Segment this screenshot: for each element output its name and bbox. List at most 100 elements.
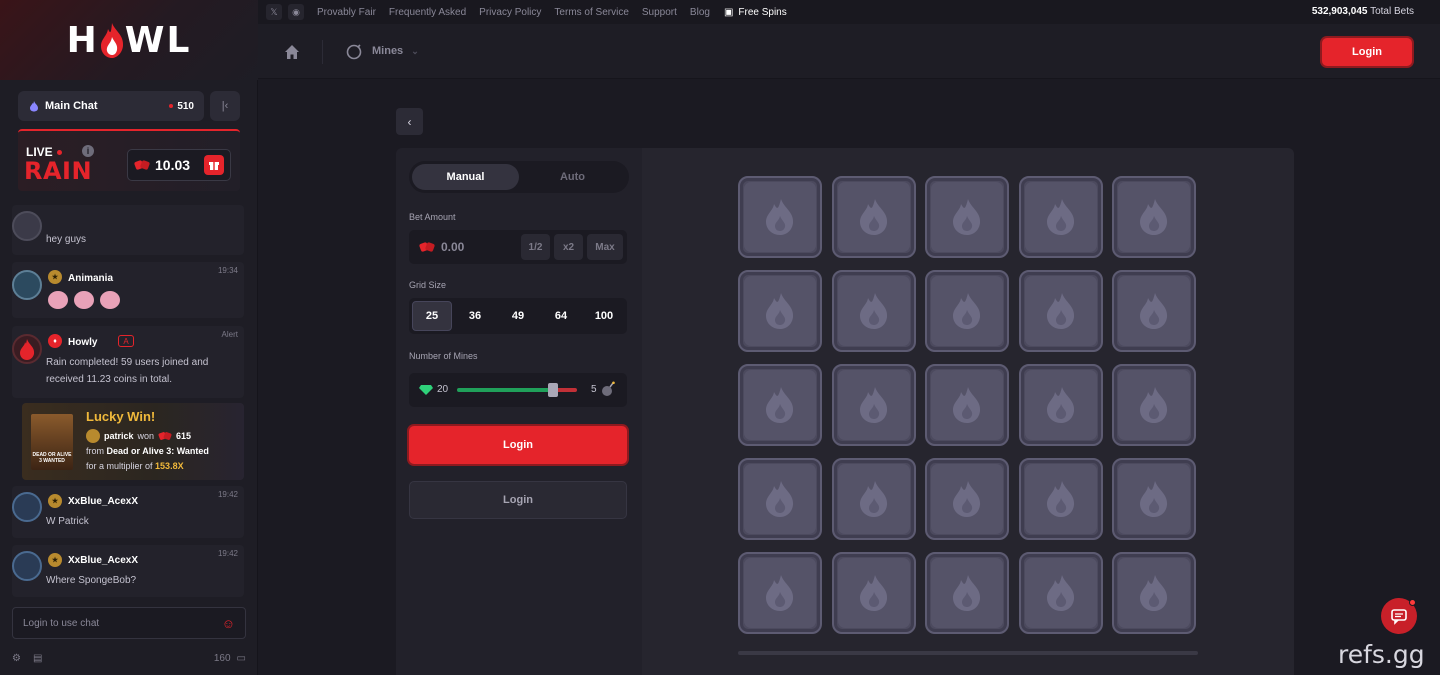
mine-tile[interactable] <box>738 176 822 258</box>
rain-title: RAIN <box>24 157 93 185</box>
lucky-win-line3: for a multiplier of 153.8X <box>86 461 184 471</box>
watermark: refs.gg <box>1338 640 1425 669</box>
gear-icon[interactable]: ⚙ <box>12 653 21 664</box>
chat-input-placeholder: Login to use chat <box>23 617 100 629</box>
bet-amount-input[interactable]: 0.00 1/2 x2 Max <box>409 230 627 264</box>
flame-icon <box>30 101 38 112</box>
mine-tile[interactable] <box>1112 458 1196 540</box>
mine-tile[interactable] <box>925 364 1009 446</box>
chat-message: ★ Animania 19:34 <box>12 262 244 318</box>
collapse-chat-button[interactable]: |‹ <box>210 91 240 121</box>
mines-slider[interactable]: 20 5 <box>409 373 627 407</box>
flame-icon <box>766 387 794 423</box>
tile-face <box>1024 464 1097 534</box>
mine-tile[interactable] <box>1018 458 1103 540</box>
flame-icon <box>1046 293 1074 329</box>
mine-tile[interactable] <box>1112 552 1196 634</box>
chat-username[interactable]: XxBlue_AcexX <box>68 555 138 566</box>
mine-tile[interactable] <box>925 270 1009 352</box>
chat-message-text: hey guys <box>46 234 87 245</box>
max-bet-button[interactable]: Max <box>587 234 623 260</box>
mine-tile[interactable] <box>1112 176 1196 258</box>
chat-bubble-icon[interactable]: ▭ <box>237 653 246 664</box>
mine-tile[interactable] <box>831 552 916 634</box>
half-bet-button[interactable]: 1/2 <box>521 234 550 260</box>
mines-board <box>642 148 1294 675</box>
chat-timestamp: 19:34 <box>217 266 238 275</box>
flame-icon <box>766 293 794 329</box>
grid-size-36[interactable]: 36 <box>455 301 495 331</box>
link-privacy-policy[interactable]: Privacy Policy <box>479 7 541 18</box>
tab-auto[interactable]: Auto <box>519 164 626 190</box>
mine-tile[interactable] <box>738 458 822 540</box>
chat-username[interactable]: XxBlue_AcexX <box>68 496 138 507</box>
mine-tile[interactable] <box>1018 176 1103 258</box>
chat-message: hey guys <box>12 205 244 255</box>
mine-tile[interactable] <box>1018 364 1103 446</box>
grid-size-25[interactable]: 25 <box>412 301 452 331</box>
chat-message-text: Where SpongeBob? <box>46 575 137 586</box>
mine-tile[interactable] <box>738 552 822 634</box>
header-login-button[interactable]: Login <box>1322 38 1412 66</box>
gift-icon <box>209 162 219 170</box>
mine-tile[interactable] <box>831 270 916 352</box>
link-provably-fair[interactable]: Provably Fair <box>317 7 376 18</box>
grid-size-49[interactable]: 49 <box>498 301 538 331</box>
howl-logo[interactable]: H WL <box>0 0 258 80</box>
avatar[interactable] <box>12 211 42 241</box>
grid-size-100[interactable]: 100 <box>584 301 624 331</box>
avatar[interactable] <box>12 492 42 522</box>
avatar[interactable] <box>12 551 42 581</box>
free-spins-link[interactable]: ▣ Free Spins <box>724 7 787 18</box>
mine-tile[interactable] <box>1112 270 1196 352</box>
support-chat-button[interactable] <box>1381 598 1417 634</box>
logo-letters-wl: WL <box>124 19 192 61</box>
grid-size-64[interactable]: 64 <box>541 301 581 331</box>
mine-tile[interactable] <box>1018 270 1103 352</box>
level-badge-icon <box>86 429 100 443</box>
tile-face <box>1024 370 1097 440</box>
link-terms-of-service[interactable]: Terms of Service <box>554 7 628 18</box>
mine-tile[interactable] <box>925 552 1009 634</box>
mine-tile[interactable] <box>831 458 916 540</box>
chat-username[interactable]: Animania <box>68 273 113 284</box>
mine-tile[interactable] <box>1018 552 1103 634</box>
discord-icon[interactable]: ◉ <box>288 4 304 20</box>
home-icon[interactable] <box>282 42 302 62</box>
main-chat-tab[interactable]: Main Chat 510 <box>18 91 204 121</box>
chat-input[interactable]: Login to use chat ☺ <box>12 607 246 639</box>
tile-face <box>744 558 816 628</box>
lucky-win-card[interactable]: DEAD OR ALIVE 3 WANTED Lucky Win! patric… <box>22 403 244 480</box>
mine-tile[interactable] <box>925 176 1009 258</box>
bet-login-button[interactable]: Login <box>409 426 627 464</box>
game-selector[interactable]: Mines ⌄ <box>346 42 419 60</box>
secondary-login-button[interactable]: Login <box>409 481 627 519</box>
info-icon[interactable]: i <box>82 145 94 157</box>
live-dot-icon <box>56 149 62 155</box>
mine-tile[interactable] <box>738 364 822 446</box>
back-button[interactable]: ‹ <box>396 108 423 135</box>
double-bet-button[interactable]: x2 <box>554 234 583 260</box>
mine-tile[interactable] <box>831 364 916 446</box>
slider-thumb[interactable] <box>548 383 558 397</box>
tile-face <box>931 182 1003 252</box>
avatar[interactable] <box>12 270 42 300</box>
link-blog[interactable]: Blog <box>690 7 710 18</box>
tile-face <box>1024 276 1097 346</box>
mine-tile[interactable] <box>738 270 822 352</box>
rules-icon[interactable]: ▤ <box>33 653 42 664</box>
mine-tile[interactable] <box>1112 364 1196 446</box>
link-faq[interactable]: Frequently Asked <box>389 7 466 18</box>
chevron-down-icon: ⌄ <box>411 45 419 56</box>
mine-tile[interactable] <box>831 176 916 258</box>
tile-face <box>931 276 1003 346</box>
flame-icon <box>1140 293 1168 329</box>
link-support[interactable]: Support <box>642 7 677 18</box>
flame-icon <box>859 293 887 329</box>
tip-rain-button[interactable] <box>204 155 224 175</box>
mine-tile[interactable] <box>925 458 1009 540</box>
emoji-icon[interactable]: ☺ <box>222 616 235 631</box>
tile-face <box>837 464 910 534</box>
tab-manual[interactable]: Manual <box>412 164 519 190</box>
x-twitter-icon[interactable]: 𝕏 <box>266 4 282 20</box>
